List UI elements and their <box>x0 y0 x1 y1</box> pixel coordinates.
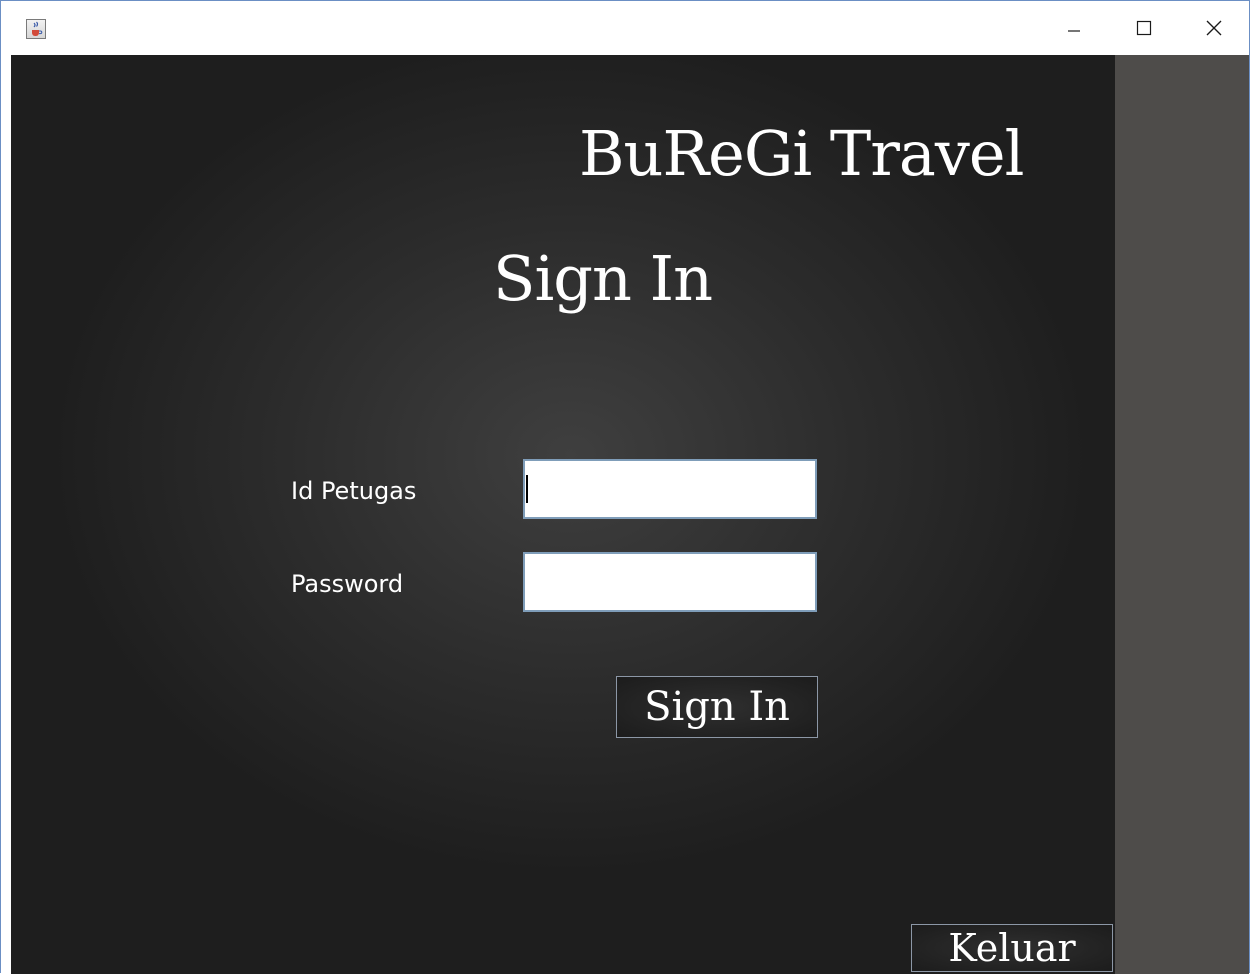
close-button[interactable] <box>1179 1 1249 55</box>
password-input[interactable] <box>523 552 817 612</box>
sign-in-heading: Sign In <box>493 242 713 315</box>
maximize-button[interactable] <box>1109 1 1179 55</box>
java-cup-icon[interactable] <box>26 19 46 39</box>
brand-title: BuReGi Travel <box>579 117 1024 190</box>
minimize-icon <box>1068 30 1080 32</box>
text-caret <box>526 475 528 503</box>
login-panel: BuReGi Travel Sign In Id Petugas Passwor… <box>11 55 1115 974</box>
id-petugas-input[interactable] <box>523 459 817 519</box>
title-bar[interactable] <box>1 1 1249 55</box>
password-label: Password <box>291 570 404 598</box>
close-icon <box>1206 20 1222 36</box>
minimize-button[interactable] <box>1039 1 1109 55</box>
app-window: BuReGi Travel Sign In Id Petugas Passwor… <box>0 0 1250 974</box>
id-petugas-label: Id Petugas <box>291 477 417 505</box>
sign-in-button[interactable]: Sign In <box>616 676 818 738</box>
exit-button[interactable]: Keluar <box>911 924 1113 972</box>
side-panel <box>1115 55 1249 974</box>
maximize-icon <box>1136 20 1152 36</box>
